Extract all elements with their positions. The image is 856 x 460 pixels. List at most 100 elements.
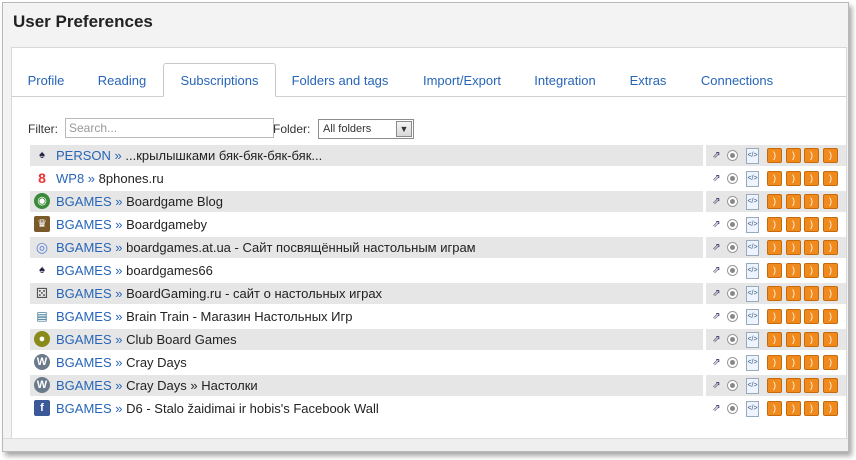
radio-icon[interactable] [727,173,738,184]
tab-connections[interactable]: Connections [693,64,781,96]
rss-folder-icon[interactable]: ) [823,263,838,278]
subscription-group-link[interactable]: BGAMES [56,217,112,232]
rss-remove-icon[interactable]: ) [804,401,819,416]
rss-add-icon[interactable]: ) [767,378,782,393]
rss-folder-icon[interactable]: ) [823,240,838,255]
rss-edit-icon[interactable]: ) [786,378,801,393]
rss-remove-icon[interactable]: ) [804,217,819,232]
rss-edit-icon[interactable]: ) [786,240,801,255]
rss-edit-icon[interactable]: ) [786,332,801,347]
external-link-icon[interactable]: ⇗ [710,332,723,347]
rss-remove-icon[interactable]: ) [804,378,819,393]
folder-select[interactable]: All folders ▼ [318,119,414,139]
xml-file-icon[interactable]: </> [746,217,759,233]
chevron-down-icon[interactable]: ▼ [396,121,412,137]
rss-remove-icon[interactable]: ) [804,171,819,186]
external-link-icon[interactable]: ⇗ [710,286,723,301]
subscription-feed-title[interactable]: Brain Train - Магазин Настольных Игр [126,309,352,324]
external-link-icon[interactable]: ⇗ [710,171,723,186]
rss-edit-icon[interactable]: ) [786,148,801,163]
subscription-group-link[interactable]: BGAMES [56,401,112,416]
radio-icon[interactable] [727,288,738,299]
rss-add-icon[interactable]: ) [767,401,782,416]
rss-folder-icon[interactable]: ) [823,378,838,393]
rss-add-icon[interactable]: ) [767,194,782,209]
radio-icon[interactable] [727,150,738,161]
subscription-feed-title[interactable]: boardgames66 [126,263,213,278]
rss-edit-icon[interactable]: ) [786,194,801,209]
rss-remove-icon[interactable]: ) [804,263,819,278]
rss-remove-icon[interactable]: ) [804,194,819,209]
rss-edit-icon[interactable]: ) [786,286,801,301]
xml-file-icon[interactable]: </> [746,148,759,164]
rss-edit-icon[interactable]: ) [786,263,801,278]
subscription-feed-title[interactable]: BoardGaming.ru - сайт о настольных играх [126,286,382,301]
subscription-feed-title[interactable]: Club Board Games [126,332,237,347]
xml-file-icon[interactable]: </> [746,171,759,187]
radio-icon[interactable] [727,403,738,414]
radio-icon[interactable] [727,219,738,230]
xml-file-icon[interactable]: </> [746,355,759,371]
rss-add-icon[interactable]: ) [767,217,782,232]
rss-edit-icon[interactable]: ) [786,309,801,324]
rss-add-icon[interactable]: ) [767,286,782,301]
subscription-group-link[interactable]: PERSON [56,148,111,163]
rss-edit-icon[interactable]: ) [786,171,801,186]
radio-icon[interactable] [727,357,738,368]
rss-folder-icon[interactable]: ) [823,148,838,163]
subscription-group-link[interactable]: WP8 [56,171,84,186]
rss-remove-icon[interactable]: ) [804,286,819,301]
rss-remove-icon[interactable]: ) [804,148,819,163]
tab-profile[interactable]: Profile [16,64,76,96]
radio-icon[interactable] [727,265,738,276]
xml-file-icon[interactable]: </> [746,240,759,256]
xml-file-icon[interactable]: </> [746,286,759,302]
rss-add-icon[interactable]: ) [767,309,782,324]
subscription-group-link[interactable]: BGAMES [56,332,112,347]
subscription-group-link[interactable]: BGAMES [56,240,112,255]
rss-folder-icon[interactable]: ) [823,217,838,232]
subscription-feed-title[interactable]: 8phones.ru [99,171,164,186]
rss-add-icon[interactable]: ) [767,148,782,163]
rss-edit-icon[interactable]: ) [786,355,801,370]
subscription-feed-title[interactable]: D6 - Stalo žaidimai ir hobis's Facebook … [126,401,379,416]
subscription-group-link[interactable]: BGAMES [56,286,112,301]
xml-file-icon[interactable]: </> [746,378,759,394]
xml-file-icon[interactable]: </> [746,309,759,325]
radio-icon[interactable] [727,334,738,345]
radio-icon[interactable] [727,242,738,253]
rss-add-icon[interactable]: ) [767,240,782,255]
tab-reading[interactable]: Reading [90,64,154,96]
rss-add-icon[interactable]: ) [767,355,782,370]
external-link-icon[interactable]: ⇗ [710,194,723,209]
rss-folder-icon[interactable]: ) [823,401,838,416]
external-link-icon[interactable]: ⇗ [710,309,723,324]
rss-add-icon[interactable]: ) [767,263,782,278]
rss-edit-icon[interactable]: ) [786,401,801,416]
external-link-icon[interactable]: ⇗ [710,263,723,278]
subscription-feed-title[interactable]: boardgames.at.ua - Сайт посвящённый наст… [126,240,476,255]
rss-remove-icon[interactable]: ) [804,355,819,370]
rss-folder-icon[interactable]: ) [823,286,838,301]
subscription-group-link[interactable]: BGAMES [56,378,112,393]
subscription-group-link[interactable]: BGAMES [56,309,112,324]
xml-file-icon[interactable]: </> [746,401,759,417]
rss-add-icon[interactable]: ) [767,171,782,186]
rss-folder-icon[interactable]: ) [823,332,838,347]
rss-folder-icon[interactable]: ) [823,171,838,186]
filter-search-input[interactable] [65,118,274,138]
xml-file-icon[interactable]: </> [746,194,759,210]
rss-remove-icon[interactable]: ) [804,332,819,347]
tab-extras[interactable]: Extras [621,64,675,96]
subscription-group-link[interactable]: BGAMES [56,263,112,278]
subscription-feed-title[interactable]: Boardgameby [126,217,207,232]
external-link-icon[interactable]: ⇗ [710,240,723,255]
subscription-feed-title[interactable]: ...крылышками бяк-бяк-бяк-бяк... [125,148,322,163]
tab-integration[interactable]: Integration [527,64,603,96]
radio-icon[interactable] [727,380,738,391]
external-link-icon[interactable]: ⇗ [710,148,723,163]
tab-folders-and-tags[interactable]: Folders and tags [284,64,396,96]
subscription-feed-title[interactable]: Boardgame Blog [126,194,223,209]
subscription-feed-title[interactable]: Cray Days [126,355,187,370]
external-link-icon[interactable]: ⇗ [710,401,723,416]
